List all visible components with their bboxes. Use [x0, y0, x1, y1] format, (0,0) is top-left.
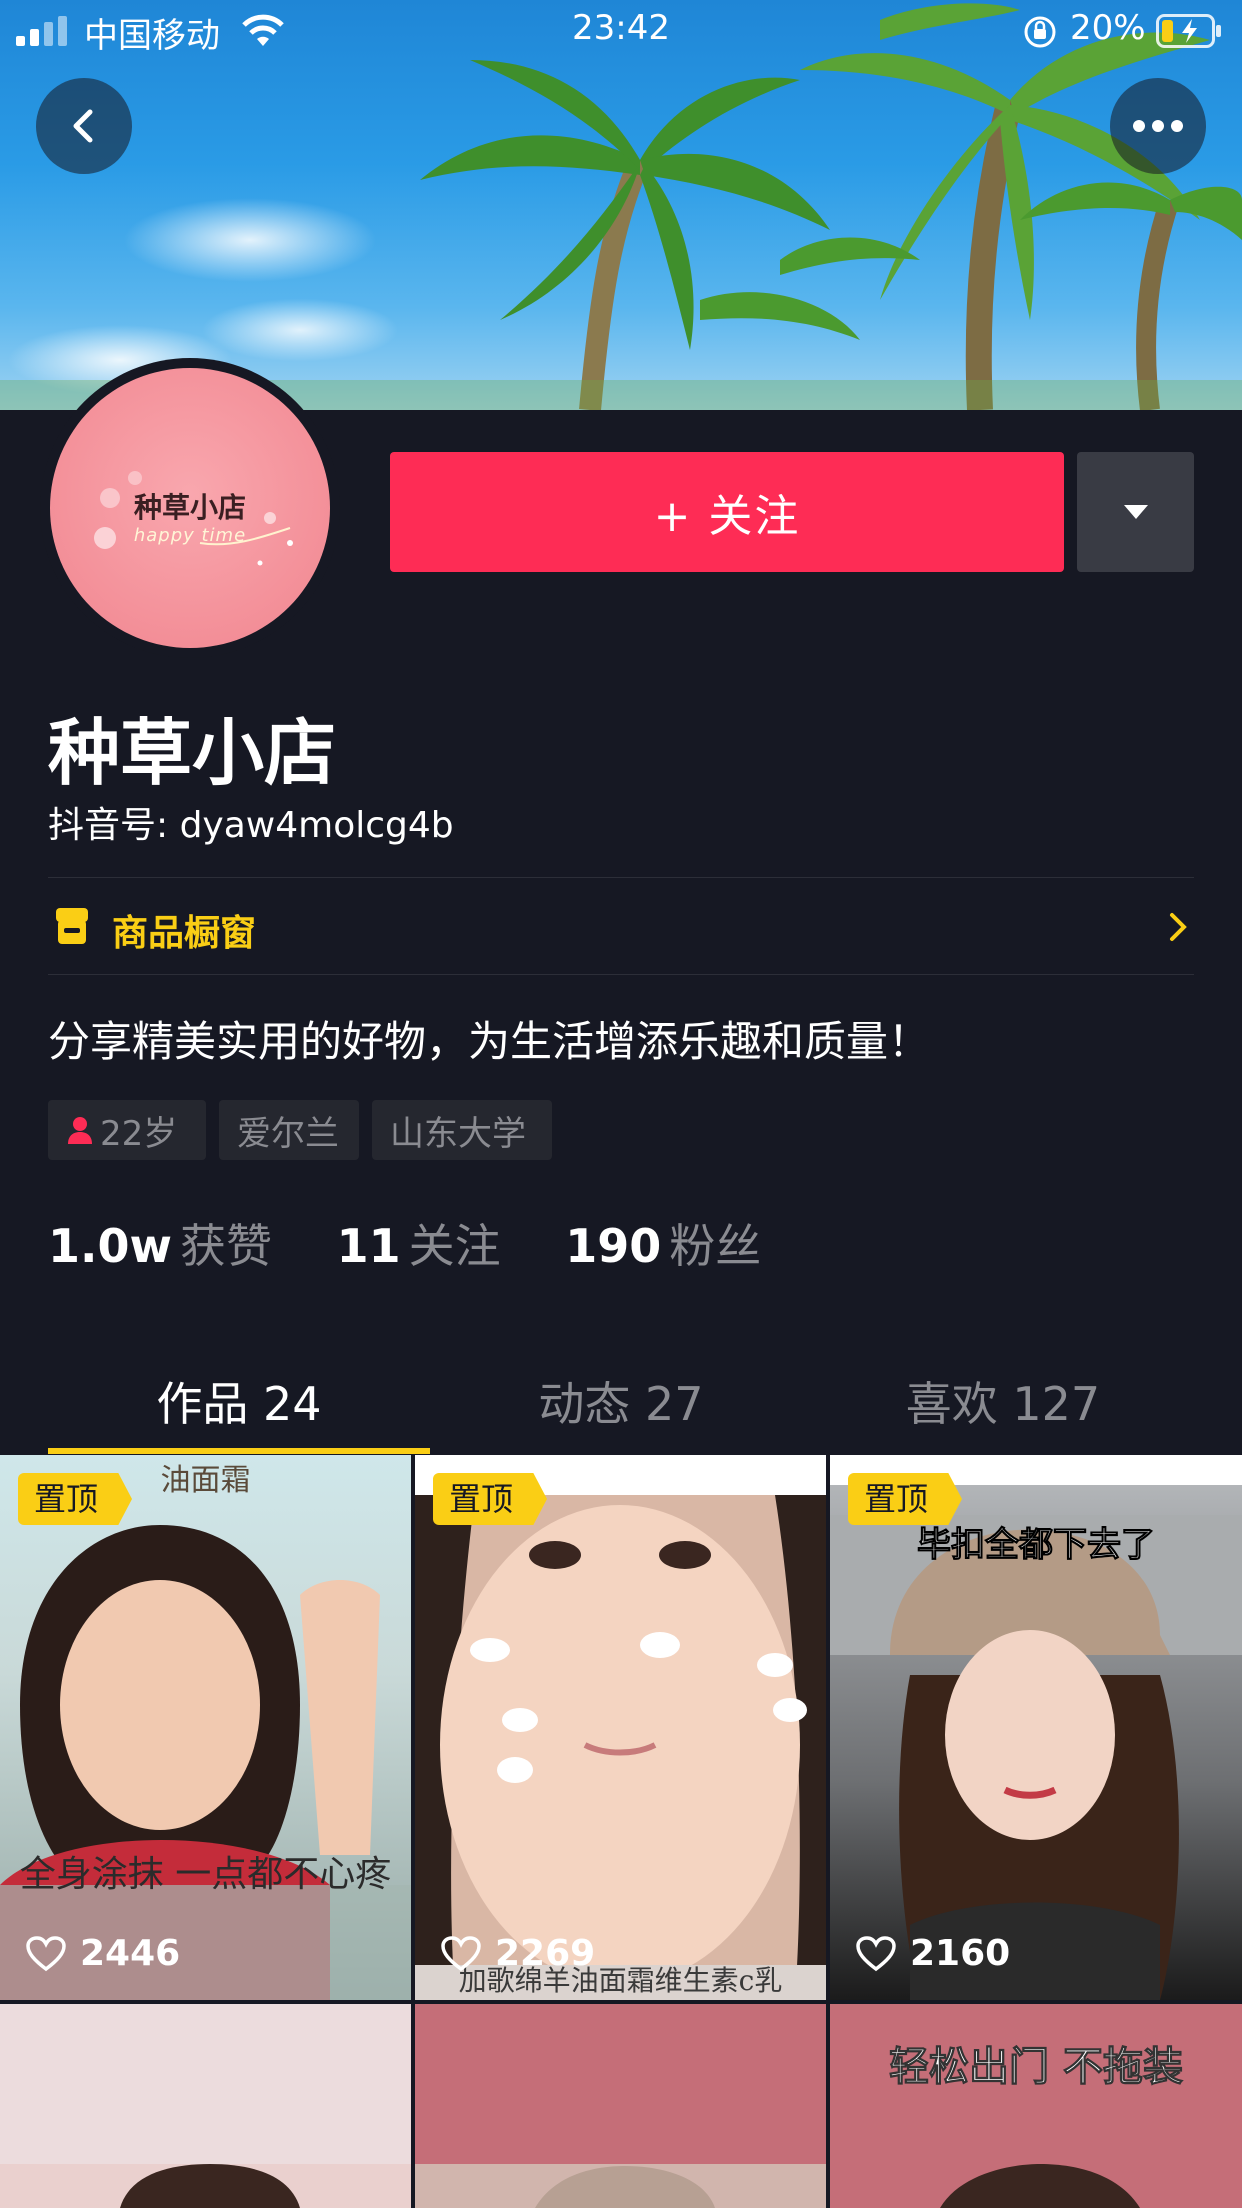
- video-thumbnail[interactable]: [0, 2004, 411, 2208]
- back-button[interactable]: [36, 78, 132, 174]
- video-top-caption: 轻松出门 不拖装: [889, 2043, 1184, 2091]
- heart-icon: [26, 1935, 66, 1971]
- video-likes: 2269: [441, 1933, 595, 1974]
- tab-works[interactable]: 作品 24: [32, 1368, 446, 1434]
- more-button[interactable]: [1110, 78, 1206, 174]
- video-preview-image: [0, 2164, 411, 2208]
- stat-likes-value: 1.0w: [48, 1219, 172, 1273]
- stat-followers[interactable]: 190 粉丝: [565, 1219, 761, 1273]
- video-preview-image: [415, 2164, 826, 2208]
- battery-icon: [1156, 14, 1221, 48]
- age-tag: 22岁: [48, 1100, 206, 1160]
- stat-followers-value: 190: [565, 1219, 662, 1273]
- age-tag-label: 22岁: [100, 1113, 178, 1154]
- active-tab-indicator: [48, 1448, 430, 1454]
- location-tag: 爱尔兰: [219, 1100, 359, 1160]
- video-preview-image: [0, 1525, 411, 2000]
- douyin-id[interactable]: 抖音号: dyaw4molcg4b: [48, 796, 454, 848]
- video-thumbnail[interactable]: 毕扣全都下去了 置顶 2160: [830, 1455, 1242, 2000]
- stat-likes-label: 获赞: [179, 1219, 272, 1273]
- caret-down-icon: [1123, 505, 1148, 519]
- shop-icon: [56, 908, 88, 944]
- content-tabs: 作品 24 动态 27 喜欢 127: [0, 1340, 1242, 1454]
- stat-following-value: 11: [336, 1219, 401, 1273]
- stat-likes[interactable]: 1.0w 获赞: [48, 1219, 287, 1273]
- video-likes-count: 2269: [495, 1933, 596, 1974]
- pinned-badge: 置顶: [848, 1473, 963, 1525]
- follow-button[interactable]: + 关注: [390, 452, 1064, 572]
- shop-window-row[interactable]: 商品橱窗: [48, 878, 1194, 974]
- video-preview-image: [415, 1455, 826, 2000]
- video-thumbnail[interactable]: [415, 2004, 826, 2208]
- video-likes: 2160: [856, 1933, 1010, 1974]
- profile-stats: 1.0w 获赞 11 关注 190 粉丝: [48, 1210, 761, 1276]
- more-icon: [1133, 120, 1183, 132]
- pinned-badge: 置顶: [433, 1473, 548, 1525]
- profile-banner[interactable]: [0, 0, 1242, 410]
- palm-tree-image: [0, 3, 1242, 410]
- rotation-lock-icon: [1024, 16, 1056, 48]
- location-tag-label: 爱尔兰: [237, 1113, 339, 1154]
- video-thumbnail[interactable]: 置顶 加歌绵羊油面霜维生素c乳 2269: [415, 1455, 826, 2000]
- stat-following-label: 关注: [408, 1219, 501, 1273]
- chevron-right-icon: [1170, 913, 1187, 941]
- stat-following[interactable]: 11 关注: [337, 1219, 516, 1273]
- heart-icon: [441, 1935, 481, 1971]
- shop-window-label: 商品橱窗: [112, 913, 257, 954]
- stat-followers-label: 粉丝: [669, 1219, 762, 1273]
- female-icon: [68, 1117, 92, 1144]
- avatar[interactable]: 种草小店 happy time: [50, 368, 330, 648]
- profile-bio: 分享精美实用的好物，为生活增添乐趣和质量！: [48, 1017, 931, 1066]
- video-thumbnail[interactable]: 轻松出门 不拖装: [830, 2004, 1242, 2208]
- divider: [48, 974, 1194, 975]
- tab-likes[interactable]: 喜欢 127: [796, 1368, 1210, 1434]
- video-likes: 2446: [26, 1933, 180, 1974]
- avatar-subtext: happy time: [133, 525, 247, 546]
- school-tag-label: 山东大学: [390, 1113, 526, 1154]
- video-likes-count: 2446: [80, 1933, 181, 1974]
- tab-activity[interactable]: 动态 27: [414, 1368, 828, 1434]
- heart-icon: [856, 1935, 896, 1971]
- back-icon: [73, 109, 93, 143]
- recommend-dropdown-button[interactable]: [1077, 452, 1194, 572]
- school-tag: 山东大学: [372, 1100, 552, 1160]
- battery-percent: 20%: [1070, 8, 1146, 48]
- video-caption: 全身涂抹 一点都不心疼: [19, 1854, 392, 1895]
- profile-name: 种草小店: [48, 711, 337, 795]
- status-bar: 中国移动 23:42 20%: [0, 0, 1242, 60]
- pinned-badge: 置顶: [18, 1473, 133, 1525]
- video-likes-count: 2160: [910, 1933, 1011, 1974]
- video-thumbnail[interactable]: 油面霜 置顶 全身涂抹 一点都不心疼 2446: [0, 1455, 411, 2000]
- avatar-logo-text: 种草小店: [133, 491, 246, 524]
